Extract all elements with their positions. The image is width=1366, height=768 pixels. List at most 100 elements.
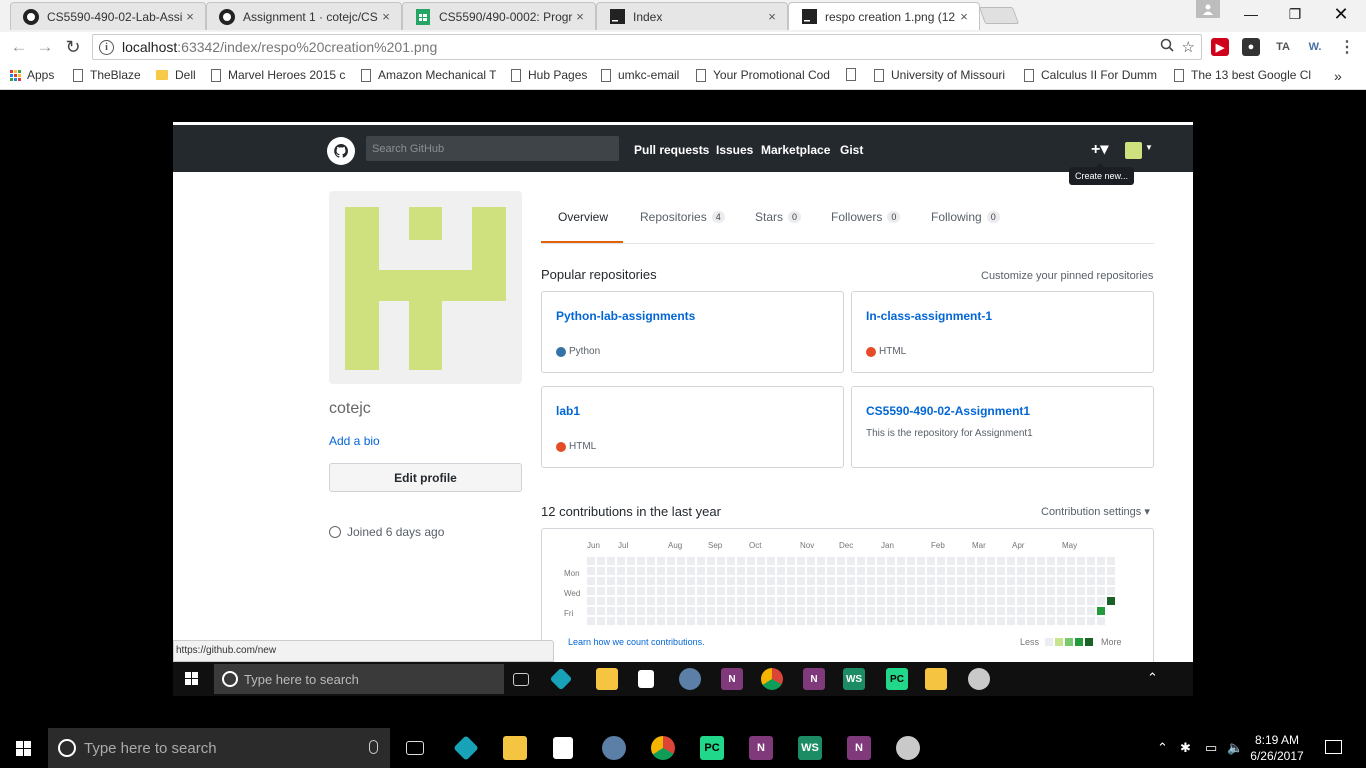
contribution-cell[interactable]: [677, 587, 685, 595]
contribution-cell[interactable]: [947, 567, 955, 575]
contribution-cell[interactable]: [937, 557, 945, 565]
contribution-cell[interactable]: [647, 567, 655, 575]
contribution-cell[interactable]: [877, 597, 885, 605]
contribution-cell[interactable]: [697, 577, 705, 585]
contribution-cell[interactable]: [587, 617, 595, 625]
contribution-cell[interactable]: [1067, 617, 1075, 625]
pycharm-icon[interactable]: PC: [700, 736, 724, 760]
contribution-cell[interactable]: [1087, 617, 1095, 625]
contribution-cell[interactable]: [737, 587, 745, 595]
contribution-cell[interactable]: [717, 577, 725, 585]
contribution-cell[interactable]: [687, 567, 695, 575]
contribution-cell[interactable]: [767, 607, 775, 615]
contribution-cell[interactable]: [777, 567, 785, 575]
system-clock[interactable]: 8:19 AM 6/26/2017: [1248, 732, 1306, 764]
contribution-cell[interactable]: [997, 607, 1005, 615]
tab-following[interactable]: Following 0: [931, 210, 1000, 224]
contribution-cell[interactable]: [1027, 557, 1035, 565]
more-bookmarks-button[interactable]: »: [1334, 68, 1342, 84]
contribution-cell[interactable]: [767, 587, 775, 595]
contribution-cell[interactable]: [767, 597, 775, 605]
contribution-cell[interactable]: [637, 587, 645, 595]
contribution-cell[interactable]: [847, 597, 855, 605]
contribution-cell[interactable]: [757, 577, 765, 585]
contribution-cell[interactable]: [1047, 587, 1055, 595]
close-icon[interactable]: ×: [765, 9, 779, 24]
taskbar-search-input[interactable]: Type here to search: [48, 728, 390, 768]
browser-tab-active[interactable]: respo creation 1.png (12 ×: [788, 2, 980, 30]
contribution-cell[interactable]: [1037, 587, 1045, 595]
profile-icon[interactable]: [1196, 0, 1220, 18]
contribution-cell[interactable]: [1017, 587, 1025, 595]
contribution-cell[interactable]: [957, 577, 965, 585]
store-icon[interactable]: [553, 737, 573, 759]
contribution-cell[interactable]: [607, 587, 615, 595]
contribution-cell[interactable]: [757, 567, 765, 575]
contribution-cell[interactable]: [657, 607, 665, 615]
contribution-cell[interactable]: [647, 577, 655, 585]
contribution-cell[interactable]: [677, 607, 685, 615]
contribution-cell[interactable]: [1027, 577, 1035, 585]
edit-profile-button[interactable]: Edit profile: [329, 463, 522, 492]
repo-name-link[interactable]: Python-lab-assignments: [556, 309, 695, 323]
contribution-cell[interactable]: [637, 607, 645, 615]
contribution-cell[interactable]: [707, 577, 715, 585]
contribution-cell[interactable]: [727, 597, 735, 605]
contribution-cell[interactable]: [587, 567, 595, 575]
contribution-cell[interactable]: [667, 617, 675, 625]
contribution-cell[interactable]: [1107, 597, 1115, 605]
contribution-cell[interactable]: [997, 587, 1005, 595]
repo-card[interactable]: In-class-assignment-1 HTML: [851, 291, 1154, 373]
close-icon[interactable]: ×: [573, 9, 587, 24]
contribution-cell[interactable]: [867, 567, 875, 575]
contribution-cell[interactable]: [957, 597, 965, 605]
contribution-cell[interactable]: [957, 587, 965, 595]
contribution-cell[interactable]: [947, 597, 955, 605]
contribution-cell[interactable]: [1057, 577, 1065, 585]
bookmark-folder[interactable]: Dell: [156, 68, 208, 82]
contribution-cell[interactable]: [957, 607, 965, 615]
contribution-cell[interactable]: [967, 587, 975, 595]
contribution-cell[interactable]: [947, 617, 955, 625]
contribution-cell[interactable]: [697, 587, 705, 595]
contribution-cell[interactable]: [937, 607, 945, 615]
windows-start-icon[interactable]: [16, 741, 31, 756]
chevron-down-icon[interactable]: ▼: [1145, 143, 1153, 152]
back-icon[interactable]: ←: [8, 36, 30, 58]
contribution-cell[interactable]: [947, 607, 955, 615]
contribution-cell[interactable]: [867, 587, 875, 595]
contribution-cell[interactable]: [1027, 587, 1035, 595]
contribution-cell[interactable]: [727, 587, 735, 595]
contribution-cell[interactable]: [637, 577, 645, 585]
bookmark-item[interactable]: Calculus II For Dumm: [1024, 68, 1161, 82]
contribution-cell[interactable]: [937, 587, 945, 595]
browser-tab[interactable]: CS5590/490-0002: Progr ×: [402, 2, 596, 30]
contribution-cell[interactable]: [707, 587, 715, 595]
reload-icon[interactable]: ↻: [62, 36, 84, 58]
contribution-cell[interactable]: [1007, 597, 1015, 605]
contribution-cell[interactable]: [1007, 617, 1015, 625]
extension-mask-icon[interactable]: ●: [1242, 38, 1260, 56]
contribution-cell[interactable]: [817, 617, 825, 625]
contribution-cell[interactable]: [1097, 577, 1105, 585]
contribution-cell[interactable]: [587, 597, 595, 605]
contribution-cell[interactable]: [717, 587, 725, 595]
contribution-cell[interactable]: [967, 617, 975, 625]
bookmark-item[interactable]: umkc-email: [601, 68, 686, 82]
contribution-cell[interactable]: [837, 587, 845, 595]
contribution-cell[interactable]: [1077, 597, 1085, 605]
contribution-cell[interactable]: [837, 567, 845, 575]
contribution-cell[interactable]: [1087, 587, 1095, 595]
contribution-cell[interactable]: [1087, 597, 1095, 605]
contribution-cell[interactable]: [1017, 617, 1025, 625]
contribution-cell[interactable]: [877, 567, 885, 575]
contribution-cell[interactable]: [747, 557, 755, 565]
contribution-cell[interactable]: [587, 607, 595, 615]
nav-pull-requests[interactable]: Pull requests: [634, 143, 709, 157]
contribution-cell[interactable]: [647, 607, 655, 615]
contribution-cell[interactable]: [1097, 607, 1105, 615]
contribution-cell[interactable]: [727, 567, 735, 575]
contribution-cell[interactable]: [587, 557, 595, 565]
contribution-cell[interactable]: [1087, 607, 1095, 615]
user-avatar-icon[interactable]: [1125, 142, 1142, 159]
